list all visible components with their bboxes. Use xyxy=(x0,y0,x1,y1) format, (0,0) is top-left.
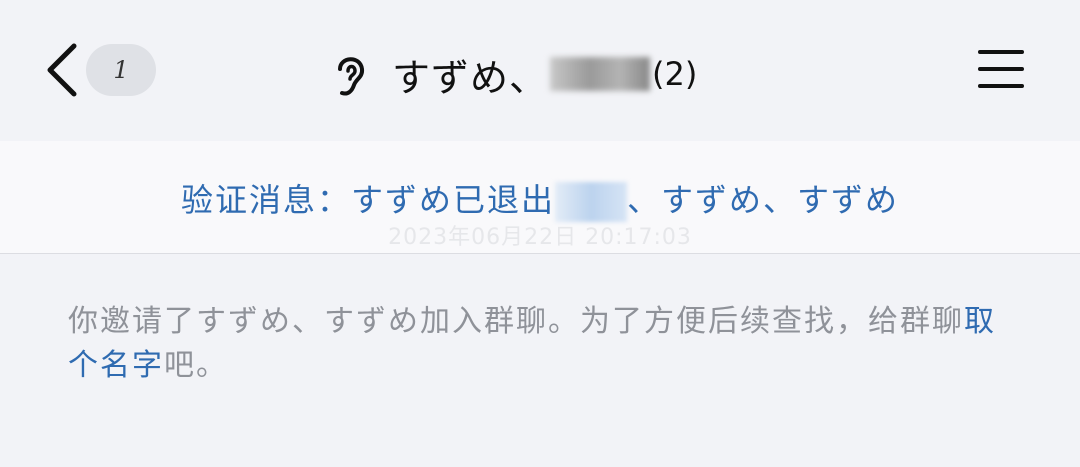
invite-text: 你邀请了すずめ、すずめ加入群聊。为了方便后续查找，给群聊 xyxy=(68,304,964,339)
menu-button[interactable] xyxy=(978,50,1024,88)
ear-icon xyxy=(338,57,365,96)
hamburger-menu-icon xyxy=(978,50,1024,54)
verification-message[interactable]: 验证消息：すずめ已退出 、すずめ、すずめ xyxy=(0,175,1080,222)
group-invite-message: 你邀请了すずめ、すずめ加入群聊。为了方便后续查找，给群聊取个名字吧。 xyxy=(68,300,1018,388)
chat-title-text: すずめ、 xyxy=(392,55,549,100)
chevron-left-icon xyxy=(47,43,77,97)
member-count: (2) xyxy=(652,55,698,93)
invite-tail: 吧。 xyxy=(164,348,228,383)
redacted-name xyxy=(555,182,627,222)
verification-message-suffix: 、すずめ、すずめ xyxy=(627,181,900,219)
back-button[interactable] xyxy=(40,42,84,98)
system-notice: 2023年06月22日 20:17:03 验证消息：すずめ已退出 、すずめ、すずめ xyxy=(0,141,1080,254)
redacted-name xyxy=(550,57,651,91)
top-navigation-bar: 1 すずめ、 (2) xyxy=(0,0,1080,140)
unread-count-badge[interactable]: 1 xyxy=(86,44,156,96)
notice-timestamp: 2023年06月22日 20:17:03 xyxy=(388,225,692,250)
chat-title: すずめ、 (2) xyxy=(330,44,697,104)
verification-message-prefix: 验证消息：すずめ已退出 xyxy=(180,181,555,219)
